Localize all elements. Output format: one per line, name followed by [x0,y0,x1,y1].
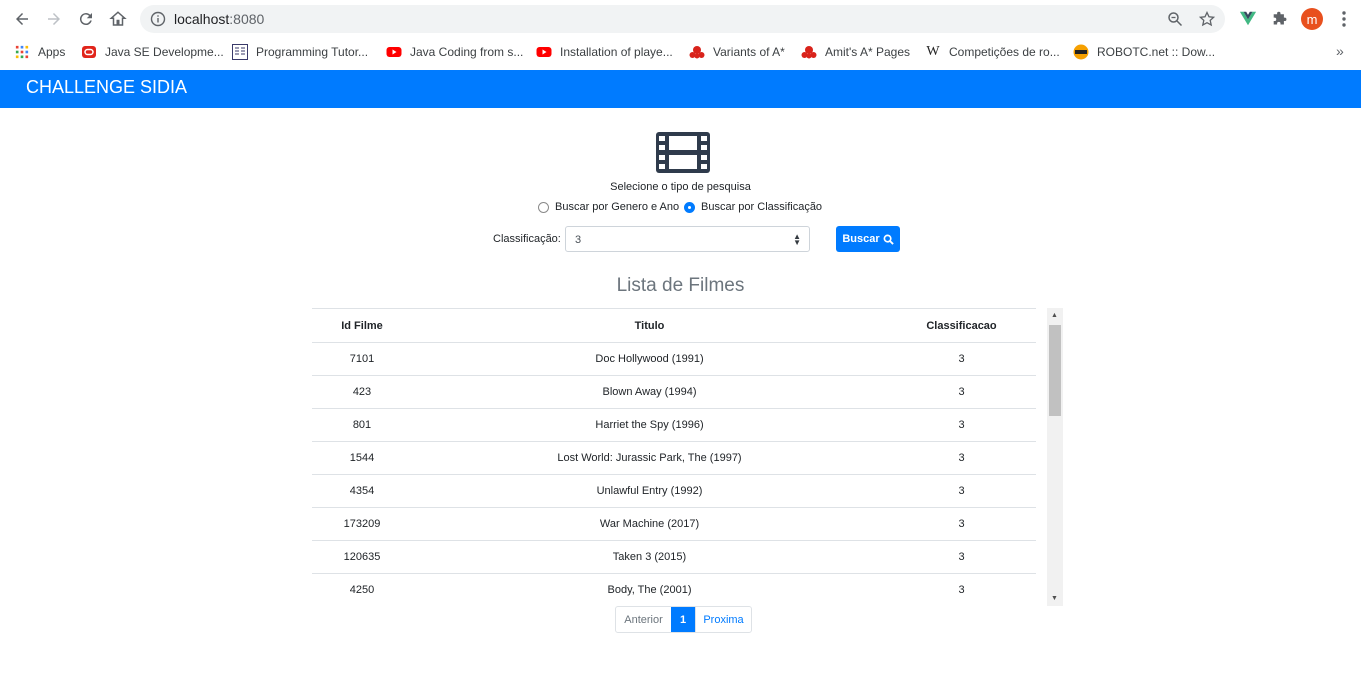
cell-id: 4354 [312,474,412,508]
youtube-icon [386,44,402,60]
wikipedia-icon: W [926,44,940,59]
cell-classification: 3 [887,540,1036,574]
scroll-up-arrow-icon[interactable]: ▲ [1051,312,1058,319]
cell-id: 1544 [312,441,412,475]
classification-select[interactable]: 3 ▲ ▼ [565,226,810,252]
cell-classification: 3 [887,408,1036,442]
header-title[interactable]: Titulo [412,308,887,343]
vue-devtools-icon[interactable] [1238,8,1258,28]
profile-avatar[interactable]: m [1301,8,1323,30]
header-classification[interactable]: Classificacao [887,308,1036,343]
cell-id: 120635 [312,540,412,574]
film-icon [656,132,710,173]
cell-title: Lost World: Jurassic Park, The (1997) [412,441,887,475]
cell-classification: 3 [887,573,1036,606]
robotc-icon [1073,44,1089,60]
bookmark-competicoes[interactable]: W Competições de ro... [925,43,1059,61]
bookmark-robotc[interactable]: ROBOTC.net :: Dow... [1073,43,1215,61]
bookmark-variants-astar[interactable]: Variants of A* [689,43,785,61]
table-row[interactable]: 4354 Unlawful Entry (1992) 3 [312,474,1036,508]
oracle-icon [81,44,97,60]
pagination-next[interactable]: Proxima [695,607,751,632]
cell-id: 423 [312,375,412,409]
classification-label: Classificação: [493,233,561,245]
cell-title: Blown Away (1994) [412,375,887,409]
bookmarks-more[interactable]: » [1336,43,1344,59]
browser-toolbar: localhost:8080 m [0,0,1361,37]
table-row[interactable]: 120635 Taken 3 (2015) 3 [312,540,1036,574]
cell-title: Unlawful Entry (1992) [412,474,887,508]
bookmark-amits-astar[interactable]: Amit's A* Pages [801,43,910,61]
bookmarks-bar: Apps Java SE Developme... Programming Tu… [0,37,1361,68]
radio-genre-year-circle[interactable] [538,201,549,213]
bookmark-star-icon[interactable] [1199,11,1215,27]
search-icon [883,234,894,245]
cell-classification: 3 [887,342,1036,376]
cell-title: Doc Hollywood (1991) [412,342,887,376]
youtube-icon [536,44,552,60]
cell-classification: 3 [887,375,1036,409]
search-button-label: Buscar [842,233,880,245]
home-icon[interactable] [106,7,130,31]
table-row[interactable]: 801 Harriet the Spy (1996) 3 [312,408,1036,442]
list-title: Lista de Filmes [616,275,745,296]
red-blob-icon [801,44,817,60]
cell-id: 4250 [312,573,412,606]
radio-genre-year[interactable]: Buscar por Genero e Ano [538,201,679,213]
classification-select-value: 3 [575,234,582,246]
cell-classification: 3 [887,507,1036,541]
pagination-previous[interactable]: Anterior [616,607,671,632]
menu-kebab-icon[interactable] [1336,9,1352,29]
table-scrollbar[interactable]: ▲ ▼ [1047,308,1063,606]
cell-title: Taken 3 (2015) [412,540,887,574]
cell-title: Body, The (2001) [412,573,887,606]
apps-grid-icon [14,44,30,60]
table-row[interactable]: 173209 War Machine (2017) 3 [312,507,1036,541]
movies-table: Id Filme Titulo Classificacao 7101 Doc Ho… [312,308,1036,606]
bookmark-java-coding[interactable]: Java Coding from s... [386,43,523,61]
table-row[interactable]: 1544 Lost World: Jurassic Park, The (1997… [312,441,1036,475]
header-id[interactable]: Id Filme [312,308,412,343]
zoom-icon[interactable] [1167,11,1183,27]
radio-classification-circle[interactable] [684,201,695,213]
bookmark-programming-tutor[interactable]: Programming Tutor... [232,43,368,61]
radio-classification[interactable]: Buscar por Classificação [684,201,822,213]
cell-id: 7101 [312,342,412,376]
table-row[interactable]: 423 Blown Away (1994) 3 [312,375,1036,409]
radio-classification-label: Buscar por Classificação [701,201,823,213]
cell-title: Harriet the Spy (1996) [412,408,887,442]
cell-title: War Machine (2017) [412,507,887,541]
info-icon[interactable] [150,11,166,27]
cell-id: 801 [312,408,412,442]
search-type-label: Selecione o tipo de pesquisa [610,181,751,193]
search-button[interactable]: Buscar [836,226,900,252]
movies-table-container: Id Filme Titulo Classificacao 7101 Doc Ho… [312,308,1063,606]
select-caret-icon: ▲ ▼ [793,232,801,247]
table-row[interactable]: 4250 Body, The (2001) 3 [312,573,1036,606]
pagination-current-page[interactable]: 1 [671,607,695,632]
url-text: localhost:8080 [174,11,265,27]
table-row[interactable]: 7101 Doc Hollywood (1991) 3 [312,342,1036,376]
cell-id: 173209 [312,507,412,541]
app-title[interactable]: CHALLENGE SIDIA [26,77,187,98]
bookmark-installation[interactable]: Installation of playe... [536,43,673,61]
tutorial-icon [232,44,248,60]
bookmark-java-se[interactable]: Java SE Developme... [81,43,224,61]
bookmark-apps[interactable]: Apps [14,43,65,61]
back-arrow-icon[interactable] [10,7,34,31]
cell-classification: 3 [887,474,1036,508]
forward-arrow-icon[interactable] [42,7,66,31]
extensions-puzzle-icon[interactable] [1270,8,1290,28]
scroll-down-arrow-icon[interactable]: ▼ [1051,595,1058,602]
table-header-row: Id Filme Titulo Classificacao [312,308,1036,343]
app-navbar: CHALLENGE SIDIA [0,70,1361,108]
red-blob-icon [689,44,705,60]
radio-genre-year-label: Buscar por Genero e Ano [555,201,680,213]
pagination: Anterior 1 Proxima [615,606,752,633]
address-bar[interactable]: localhost:8080 [140,5,1225,33]
cell-classification: 3 [887,441,1036,475]
reload-icon[interactable] [74,7,98,31]
scrollbar-thumb[interactable] [1049,325,1061,416]
